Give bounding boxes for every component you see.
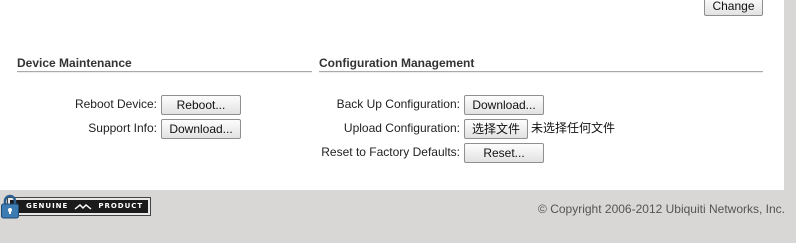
badge-product-text: PRODUCT: [98, 202, 144, 210]
lock-icon: [1, 194, 19, 219]
choose-file-button[interactable]: 选择文件: [464, 119, 528, 139]
backup-download-button[interactable]: Download...: [464, 95, 544, 115]
change-button[interactable]: Change: [704, 0, 763, 16]
configuration-management-divider: [319, 71, 763, 73]
device-maintenance-divider: [17, 71, 312, 73]
file-status-text: 未选择任何文件: [531, 121, 616, 135]
support-info-label: Support Info:: [88, 121, 157, 135]
genuine-product-badge: GENUINE PRODUCT: [0, 194, 156, 220]
main-panel: Change Device Maintenance Reboot Device:…: [0, 0, 784, 190]
reboot-button[interactable]: Reboot...: [161, 95, 241, 115]
badge-genuine-text: GENUINE: [26, 202, 69, 210]
copyright-text: © Copyright 2006-2012 Ubiquiti Networks,…: [538, 202, 785, 216]
reset-factory-label: Reset to Factory Defaults:: [321, 145, 460, 159]
badge-bar: GENUINE PRODUCT: [7, 197, 151, 216]
reset-button[interactable]: Reset...: [464, 143, 544, 163]
support-info-download-button[interactable]: Download...: [161, 119, 241, 139]
upload-configuration-label: Upload Configuration:: [343, 121, 460, 135]
reboot-device-label: Reboot Device:: [74, 97, 157, 111]
configuration-management-title: Configuration Management: [319, 56, 475, 70]
device-maintenance-title: Device Maintenance: [17, 56, 132, 70]
backup-configuration-label: Back Up Configuration:: [336, 97, 460, 111]
ubiquiti-logo-icon: [74, 203, 92, 210]
